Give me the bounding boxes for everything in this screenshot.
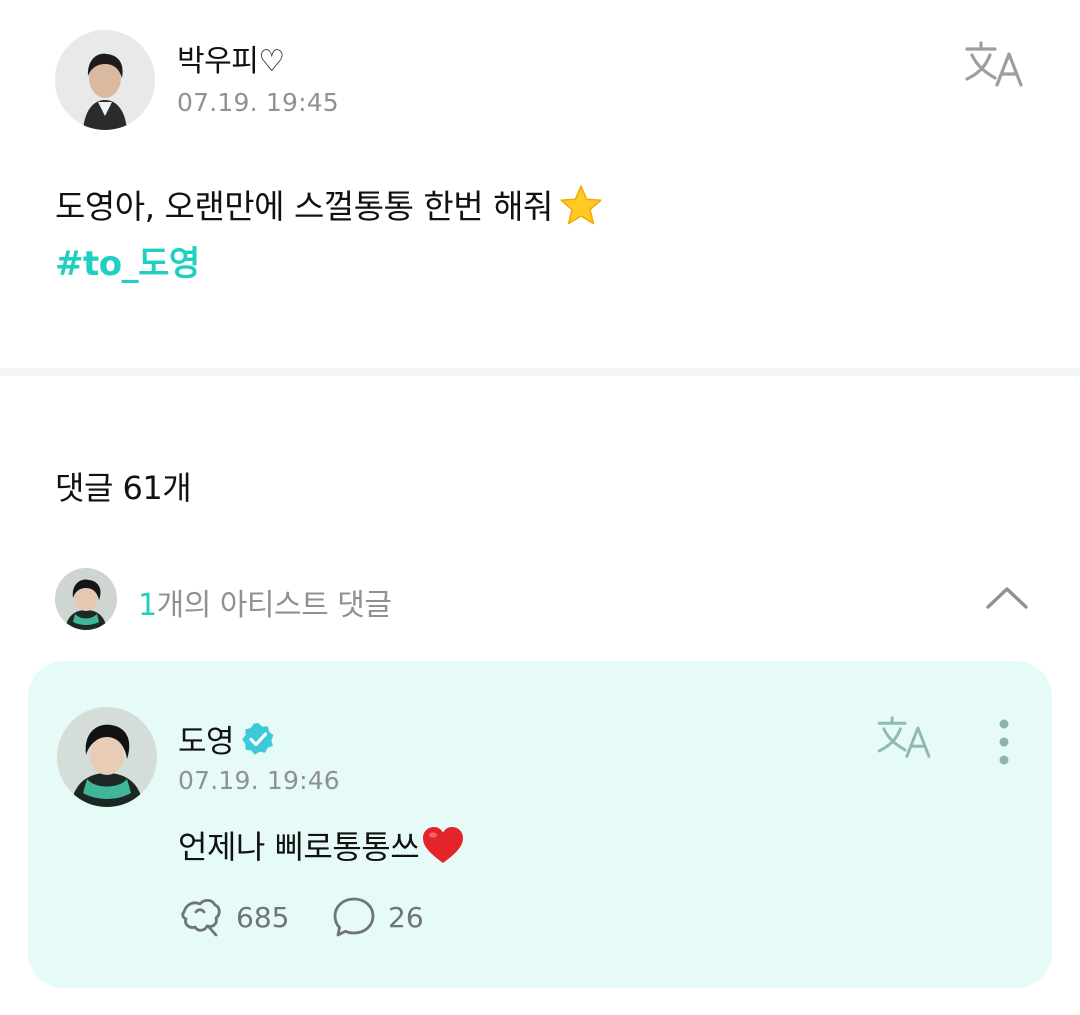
artist-summary-avatar[interactable] [55, 568, 117, 630]
comments-count: 댓글 61개 [55, 469, 192, 507]
artist-comments-label: 개의 아티스트 댓글 [156, 588, 392, 623]
post-text-content: 도영아, 오랜만에 스껄통통 한번 해줘 [55, 187, 553, 226]
post-timestamp: 07.19. 19:45 [177, 88, 339, 117]
more-options-icon[interactable] [990, 716, 1018, 770]
artist-comments-summary[interactable]: 1개의 아티스트 댓글 [138, 580, 392, 624]
artist-comment-timestamp: 07.19. 19:46 [178, 766, 340, 795]
translate-icon[interactable] [874, 712, 936, 764]
artist-comments-count: 1 [138, 588, 157, 623]
heart-emoji-icon [421, 825, 465, 865]
post-author-avatar[interactable] [55, 30, 155, 130]
reply-count: 26 [388, 900, 424, 934]
post-text: 도영아, 오랜만에 스껄통통 한번 해줘 [55, 180, 1040, 242]
like-icon [181, 898, 221, 937]
post-author-name[interactable]: 박우피♡ [177, 36, 285, 80]
artist-avatar[interactable] [57, 707, 157, 807]
section-divider [0, 368, 1080, 376]
verified-badge-icon [240, 721, 276, 757]
chevron-up-icon[interactable] [983, 580, 1031, 614]
like-count: 685 [236, 900, 290, 934]
comment-bubble-icon [333, 897, 375, 937]
artist-comment-content: 언제나 삐로통통쓰 [178, 828, 420, 866]
translate-icon[interactable] [962, 38, 1028, 92]
star-emoji-icon [559, 184, 603, 242]
post-hashtag[interactable]: #to_도영 [55, 236, 200, 285]
like-button[interactable]: 685 [178, 896, 289, 938]
artist-name-row: 도영 [178, 716, 276, 761]
artist-comment-text: 언제나 삐로통통쓰 [178, 822, 465, 868]
artist-name[interactable]: 도영 [178, 716, 235, 761]
reply-button[interactable]: 26 [332, 896, 424, 938]
